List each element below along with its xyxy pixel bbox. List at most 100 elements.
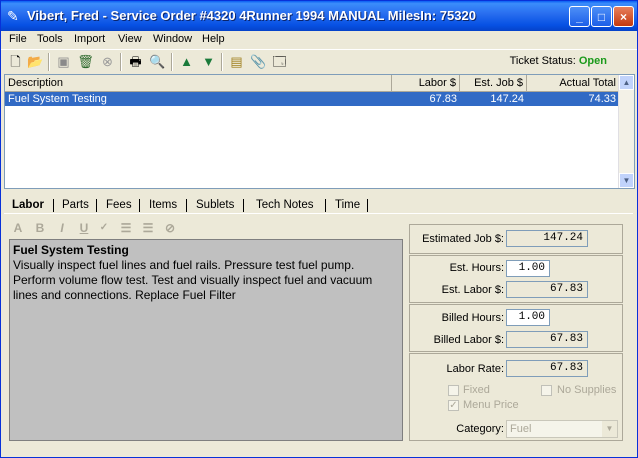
detail-tabs: Labor Parts Fees Items Sublets Tech Note… (4, 195, 633, 215)
billed-labor-field: 67.83 (506, 331, 588, 348)
chevron-down-icon[interactable]: ▼ (602, 421, 617, 437)
ticket-status: Ticket Status: Open (510, 55, 607, 67)
tab-parts[interactable]: Parts (62, 197, 89, 213)
properties-icon[interactable]: 🗔 (271, 53, 288, 70)
rate-group: Labor Rate: 67.83 Fixed No Supplies ✓ Me… (409, 353, 623, 441)
estimated-job-label: Estimated Job $: (422, 233, 504, 245)
main-toolbar: 🗋 📂 ▣ 🗑 ⊗ 🖶 🔍 ▲ ▼ ▤ 📎 🗔 Ticket Status: O… (1, 49, 637, 74)
underline-icon[interactable]: U (77, 220, 91, 236)
billed-hours-label: Billed Hours: (441, 312, 504, 324)
attach-icon[interactable]: 📎 (250, 53, 267, 70)
category-select[interactable]: Fuel ▼ (506, 420, 618, 438)
billed-group: Billed Hours: 1.00 Billed Labor $: 67.83 (409, 304, 623, 352)
column-actual-total[interactable]: Actual Total (527, 75, 620, 91)
cancel-icon[interactable]: ⊗ (99, 53, 116, 70)
estimated-job-group: Estimated Job $: 147.24 (409, 224, 623, 254)
menu-price-label: Menu Price (463, 399, 519, 411)
toolbar-separator (48, 53, 50, 71)
tab-fees[interactable]: Fees (106, 197, 132, 213)
tab-underline (4, 213, 633, 214)
column-description[interactable]: Description (5, 75, 392, 91)
est-hours-field[interactable]: 1.00 (506, 260, 550, 277)
tab-separator (243, 199, 244, 212)
estimate-group: Est. Hours: 1.00 Est. Labor $: 67.83 (409, 255, 623, 303)
maximize-button[interactable]: □ (591, 6, 612, 27)
est-labor-field: 67.83 (506, 281, 588, 298)
move-down-icon[interactable]: ▼ (200, 53, 217, 70)
menu-bar: File Tools Import View Window Help (1, 31, 637, 49)
no-supplies-checkbox[interactable] (541, 385, 552, 396)
menu-file[interactable]: File (9, 33, 27, 45)
row-actual-total: 74.33 (588, 93, 616, 105)
menu-window[interactable]: Window (153, 33, 192, 45)
toolbar-separator (221, 53, 223, 71)
labor-rate-label: Labor Rate: (446, 363, 504, 375)
toolbar-separator (120, 53, 122, 71)
labor-notes-editor[interactable]: Fuel System Testing Visually inspect fue… (9, 239, 403, 441)
notes-body: Visually inspect fuel lines and fuel rai… (13, 258, 373, 302)
menu-help[interactable]: Help (202, 33, 225, 45)
menu-import[interactable]: Import (74, 33, 105, 45)
est-hours-label: Est. Hours: (449, 262, 504, 274)
menu-tools[interactable]: Tools (37, 33, 63, 45)
menu-view[interactable]: View (118, 33, 142, 45)
fixed-checkbox[interactable] (448, 385, 459, 396)
labor-rate-field: 67.83 (506, 360, 588, 377)
tab-separator (53, 199, 54, 212)
ticket-status-label: Ticket Status: (509, 55, 576, 67)
tab-items[interactable]: Items (149, 197, 177, 213)
table-row[interactable]: Fuel System Testing 67.83 147.24 74.33 (5, 92, 619, 106)
app-icon: ✎ (7, 8, 19, 24)
indent-icon[interactable]: ☰ (141, 220, 155, 236)
font-icon[interactable]: A (11, 220, 25, 236)
tab-separator (367, 199, 368, 212)
tab-labor[interactable]: Labor (12, 197, 44, 213)
tab-time[interactable]: Time (335, 197, 360, 213)
new-icon[interactable]: 🗋 (7, 53, 24, 70)
spellcheck-icon[interactable]: ✓ (97, 220, 111, 236)
outdent-icon[interactable]: ☰ (119, 220, 133, 236)
save-icon[interactable]: ▣ (55, 53, 72, 70)
billed-labor-label: Billed Labor $: (433, 334, 504, 346)
bold-icon[interactable]: B (33, 220, 47, 236)
print-preview-icon[interactable]: 🔍 (149, 53, 166, 70)
tab-separator (139, 199, 140, 212)
estimated-job-field: 147.24 (506, 230, 588, 247)
print-icon[interactable]: 🖶 (127, 53, 144, 70)
service-order-window: ✎ Vibert, Fred - Service Order #4320 4Ru… (0, 0, 638, 458)
ticket-status-value: Open (578, 55, 607, 67)
delete-icon[interactable]: 🗑 (77, 53, 94, 70)
category-value: Fuel (510, 423, 532, 435)
calculator-icon[interactable]: ▤ (228, 53, 245, 70)
title-bar[interactable]: ✎ Vibert, Fred - Service Order #4320 4Ru… (1, 1, 637, 31)
row-description: Fuel System Testing (8, 93, 107, 105)
window-title: Vibert, Fred - Service Order #4320 4Runn… (27, 8, 476, 23)
open-icon[interactable]: 📂 (27, 53, 44, 70)
list-scrollbar[interactable]: ▲ ▼ (618, 75, 634, 188)
list-header: Description Labor $ Est. Job $ Actual To… (5, 75, 620, 92)
clear-format-icon[interactable]: ⊘ (163, 220, 177, 236)
menu-price-checkbox[interactable]: ✓ (448, 400, 459, 411)
fixed-label: Fixed (463, 384, 490, 396)
column-labor[interactable]: Labor $ (392, 75, 460, 91)
row-est-job: 147.24 (490, 93, 524, 105)
notes-title: Fuel System Testing (13, 243, 129, 257)
tab-tech-notes[interactable]: Tech Notes (256, 197, 314, 213)
billed-hours-field[interactable]: 1.00 (506, 309, 550, 326)
tab-sublets[interactable]: Sublets (196, 197, 234, 213)
row-labor: 67.83 (429, 93, 457, 105)
minimize-button[interactable]: _ (569, 6, 590, 27)
service-items-list[interactable]: Description Labor $ Est. Job $ Actual To… (4, 74, 635, 189)
scroll-up-icon[interactable]: ▲ (619, 75, 634, 90)
move-up-icon[interactable]: ▲ (178, 53, 195, 70)
tab-separator (96, 199, 97, 212)
no-supplies-label: No Supplies (557, 384, 617, 396)
column-est-job[interactable]: Est. Job $ (460, 75, 527, 91)
tab-separator (186, 199, 187, 212)
est-labor-label: Est. Labor $: (441, 284, 504, 296)
italic-icon[interactable]: I (55, 220, 69, 236)
category-label: Category: (456, 423, 504, 435)
close-button[interactable]: × (613, 6, 634, 27)
toolbar-separator (171, 53, 173, 71)
scroll-down-icon[interactable]: ▼ (619, 173, 634, 188)
